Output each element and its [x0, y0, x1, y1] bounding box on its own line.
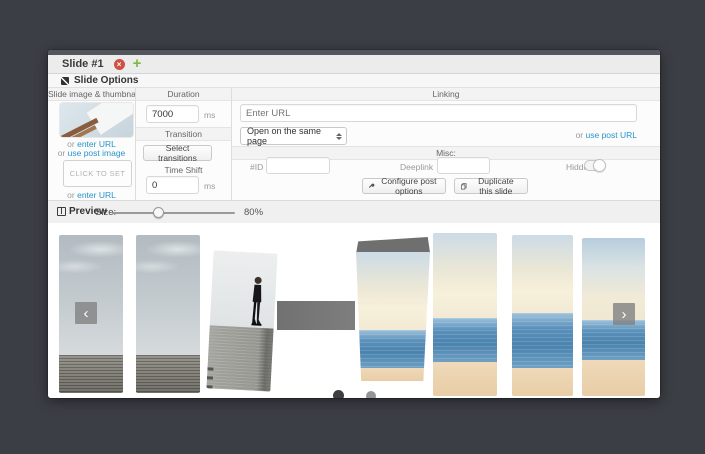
deeplink-input[interactable]: [437, 157, 490, 174]
transition-header: Transition: [136, 127, 231, 141]
slide-options-form: Slide image & thumbnail or enter URL or …: [48, 88, 660, 200]
id-input[interactable]: [266, 157, 330, 174]
duration-input[interactable]: [146, 105, 199, 123]
or-text: or: [576, 130, 584, 140]
enter-url-link-2[interactable]: enter URL: [77, 190, 116, 200]
preview-slice-4: [356, 252, 430, 381]
slide-options-icon: [61, 77, 69, 85]
time-shift-unit: ms: [204, 181, 215, 191]
duration-unit: ms: [204, 110, 215, 120]
link-target-select[interactable]: Open on the same page: [240, 127, 347, 145]
preview-slice-4-top-face: [356, 237, 430, 254]
page-background: { "colors": { "page_bg": "#3b3e44", "pan…: [0, 0, 705, 454]
image-column-header: Slide image & thumbnail: [48, 88, 135, 101]
slice-5-sea: [433, 318, 497, 362]
delete-slide-icon[interactable]: ×: [114, 59, 125, 70]
slide-thumbnail[interactable]: [60, 103, 133, 137]
slice-4-sky: [356, 252, 430, 330]
slice-1-sea: [59, 355, 123, 393]
slide-options-header: Slide Options: [48, 74, 660, 88]
configure-post-options-label: Configure post options: [379, 176, 439, 196]
preview-slice-5: [433, 233, 497, 396]
or-text: or: [58, 148, 66, 158]
slice-5-sky: [433, 233, 497, 318]
slice-5-sand: [433, 362, 497, 396]
click-to-set-box[interactable]: CLICK TO SET: [63, 160, 132, 187]
slice-6-sky: [512, 235, 573, 313]
linking-column: Linking Open on the same page or use pos…: [232, 88, 660, 200]
slide-editor-panel: Slide #1 × + Slide Options Slide image &…: [48, 50, 660, 398]
slider-preview: ‹ ›: [48, 223, 660, 398]
concrete-block-steps: [207, 367, 213, 370]
preview-toolbar: Preview Size: 80%: [48, 200, 660, 224]
next-arrow-icon[interactable]: ›: [613, 303, 635, 325]
slice-7-sea: [582, 320, 645, 360]
deeplink-label: Deeplink: [400, 162, 433, 172]
pagination-dot-active[interactable]: [333, 390, 344, 398]
or-text: or: [67, 190, 75, 200]
slide-options-title: Slide Options: [74, 75, 138, 86]
link-url-input[interactable]: [240, 104, 637, 122]
image-column: Slide image & thumbnail or enter URL or …: [48, 88, 136, 200]
slice-6-sand: [512, 368, 573, 396]
use-post-url-link[interactable]: use post URL: [586, 130, 638, 140]
preview-slice-rotating-edge: [277, 301, 355, 330]
duplicate-slide-label: Duplicate this slide: [471, 176, 521, 196]
use-post-image-line: or use post image: [48, 148, 135, 158]
duration-column: Duration ms Transition Select transition…: [136, 88, 232, 200]
prev-arrow-icon[interactable]: ‹: [75, 302, 97, 324]
time-shift-input[interactable]: [146, 176, 199, 194]
link-target-value: Open on the same page: [247, 126, 331, 146]
slides-tab-bar: Slide #1 × +: [48, 55, 660, 74]
select-stepper-icon: [331, 133, 342, 140]
use-post-url-line: or use post URL: [576, 130, 637, 140]
hidden-toggle-knob: [593, 159, 606, 172]
linking-header: Linking: [232, 88, 660, 101]
businessman-figure: [246, 275, 267, 328]
preview-size-slider-handle[interactable]: [153, 207, 164, 218]
preview-slice-2: [136, 235, 200, 393]
enter-url-line-2: or enter URL: [48, 190, 135, 200]
duplicate-icon: [461, 182, 467, 191]
add-slide-icon[interactable]: +: [133, 59, 142, 69]
id-label: #ID: [250, 162, 263, 172]
concrete-block: [206, 325, 273, 391]
preview-size-value: 80%: [244, 207, 263, 218]
pushpin-icon: [369, 182, 375, 191]
slice-2-sea: [136, 355, 200, 393]
slice-7-sand: [582, 360, 645, 396]
slice-4-sand: [356, 368, 430, 381]
slice-4-sea: [356, 330, 430, 368]
pagination-dot[interactable]: [366, 391, 376, 398]
configure-post-options-button[interactable]: Configure post options: [362, 178, 446, 194]
preview-icon: [57, 207, 66, 216]
use-post-image-link[interactable]: use post image: [68, 148, 126, 158]
duration-header: Duration: [136, 88, 231, 101]
duplicate-slide-button[interactable]: Duplicate this slide: [454, 178, 528, 194]
preview-size-slider[interactable]: [112, 212, 235, 214]
preview-slice-6: [512, 235, 573, 396]
preview-slice-3-rotating: [206, 250, 277, 391]
select-transitions-label: Select transitions: [150, 143, 205, 163]
time-shift-label: Time Shift: [136, 165, 231, 175]
tab-slide-1[interactable]: Slide #1: [62, 58, 104, 70]
slice-6-sea: [512, 313, 573, 368]
select-transitions-button[interactable]: Select transitions: [143, 145, 212, 161]
hidden-toggle[interactable]: [584, 160, 606, 171]
